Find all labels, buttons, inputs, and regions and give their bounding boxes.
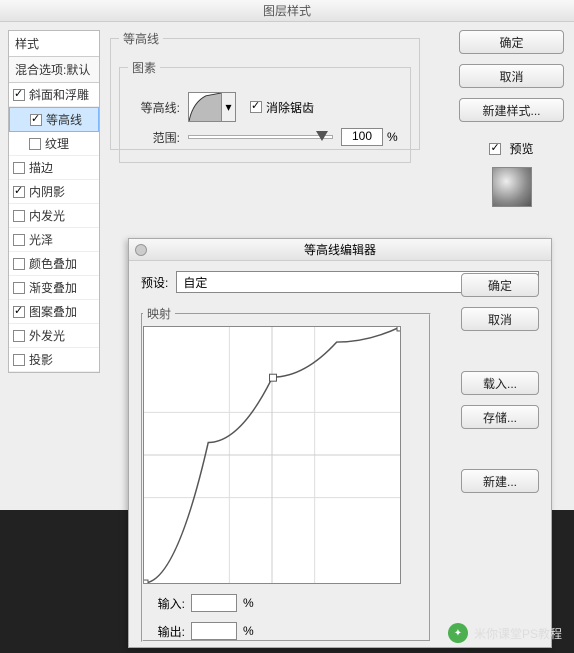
style-label: 颜色叠加 [29,255,77,272]
style-checkbox[interactable] [13,210,25,222]
style-checkbox[interactable] [30,114,42,126]
style-checkbox[interactable] [13,306,25,318]
mapping-fieldset: 映射 输入: % [141,305,431,642]
elements-fieldset: 图素 等高线: ▾ 消除锯齿 范围: 100 % [119,59,411,163]
editor-title: 等高线编辑器 [129,239,551,261]
style-item-6[interactable]: 光泽 [9,228,99,252]
preview-area: 预览 [459,140,564,207]
style-checkbox[interactable] [13,258,25,270]
main-buttons: 确定 取消 新建样式... [459,30,564,122]
new-button[interactable]: 新建... [461,469,539,493]
input-label: 输入: [143,595,185,612]
contour-editor-dialog: 等高线编辑器 预设: 自定 ⇕ 映射 [128,238,552,648]
cancel-button[interactable]: 取消 [459,64,564,88]
style-checkbox[interactable] [13,354,25,366]
style-label: 斜面和浮雕 [29,86,89,103]
style-item-9[interactable]: 图案叠加 [9,300,99,324]
load-button[interactable]: 载入... [461,371,539,395]
output-label: 输出: [143,623,185,640]
style-item-11[interactable]: 投影 [9,348,99,372]
style-checkbox[interactable] [13,89,25,101]
editor-cancel-button[interactable]: 取消 [461,307,539,331]
style-item-7[interactable]: 颜色叠加 [9,252,99,276]
style-checkbox[interactable] [13,162,25,174]
styles-header[interactable]: 样式 [9,31,99,57]
styles-list: 样式 混合选项:默认 斜面和浮雕等高线纹理描边内阴影内发光光泽颜色叠加渐变叠加图… [8,30,100,373]
preview-swatch [492,167,532,207]
range-slider[interactable] [188,135,333,139]
style-item-5[interactable]: 内发光 [9,204,99,228]
style-label: 描边 [29,159,53,176]
style-checkbox[interactable] [29,138,41,150]
style-label: 渐变叠加 [29,279,77,296]
antialias-label: 消除锯齿 [266,99,314,116]
contour-picker[interactable] [188,92,222,122]
close-icon[interactable] [135,244,147,256]
style-label: 投影 [29,351,53,368]
style-item-8[interactable]: 渐变叠加 [9,276,99,300]
output-field[interactable] [191,622,237,640]
style-label: 内发光 [29,207,65,224]
output-unit: % [243,624,254,638]
save-button[interactable]: 存储... [461,405,539,429]
curve-editor[interactable] [143,326,401,584]
contour-legend: 等高线 [119,30,163,47]
contour-label: 等高线: [128,99,180,116]
contour-dropdown-arrow[interactable]: ▾ [222,92,236,122]
style-item-2[interactable]: 纹理 [9,132,99,156]
style-item-4[interactable]: 内阴影 [9,180,99,204]
style-checkbox[interactable] [13,282,25,294]
range-label: 范围: [128,129,180,146]
ok-button[interactable]: 确定 [459,30,564,54]
watermark: ✦ 米你课堂PS教程 [448,623,562,643]
style-item-0[interactable]: 斜面和浮雕 [9,83,99,107]
style-label: 外发光 [29,327,65,344]
elements-legend: 图素 [128,59,160,76]
style-label: 光泽 [29,231,53,248]
preset-label: 预设: [141,274,168,291]
slider-thumb[interactable] [316,131,328,141]
contour-fieldset: 等高线 图素 等高线: ▾ 消除锯齿 范围: 100 % [110,30,420,150]
style-item-3[interactable]: 描边 [9,156,99,180]
range-input[interactable]: 100 [341,128,383,146]
mapping-legend: 映射 [143,305,175,322]
wechat-icon: ✦ [448,623,468,643]
style-label: 纹理 [45,135,69,152]
style-label: 等高线 [46,111,82,128]
dialog-title: 图层样式 [0,0,574,22]
watermark-text: 米你课堂PS教程 [474,625,562,642]
style-checkbox[interactable] [13,186,25,198]
editor-buttons: 确定 取消 载入... 存储... 新建... [461,273,539,493]
input-field[interactable] [191,594,237,612]
new-style-button[interactable]: 新建样式... [459,98,564,122]
editor-ok-button[interactable]: 确定 [461,273,539,297]
style-item-1[interactable]: 等高线 [9,107,99,132]
preset-value: 自定 [183,274,207,291]
style-checkbox[interactable] [13,234,25,246]
antialias-checkbox[interactable] [250,101,262,113]
style-label: 内阴影 [29,183,65,200]
style-item-10[interactable]: 外发光 [9,324,99,348]
preview-label: 预览 [509,140,533,157]
blending-options-header[interactable]: 混合选项:默认 [9,57,99,83]
style-checkbox[interactable] [13,330,25,342]
input-unit: % [243,596,254,610]
range-unit: % [387,130,398,144]
style-label: 图案叠加 [29,303,77,320]
preview-checkbox[interactable] [489,143,501,155]
